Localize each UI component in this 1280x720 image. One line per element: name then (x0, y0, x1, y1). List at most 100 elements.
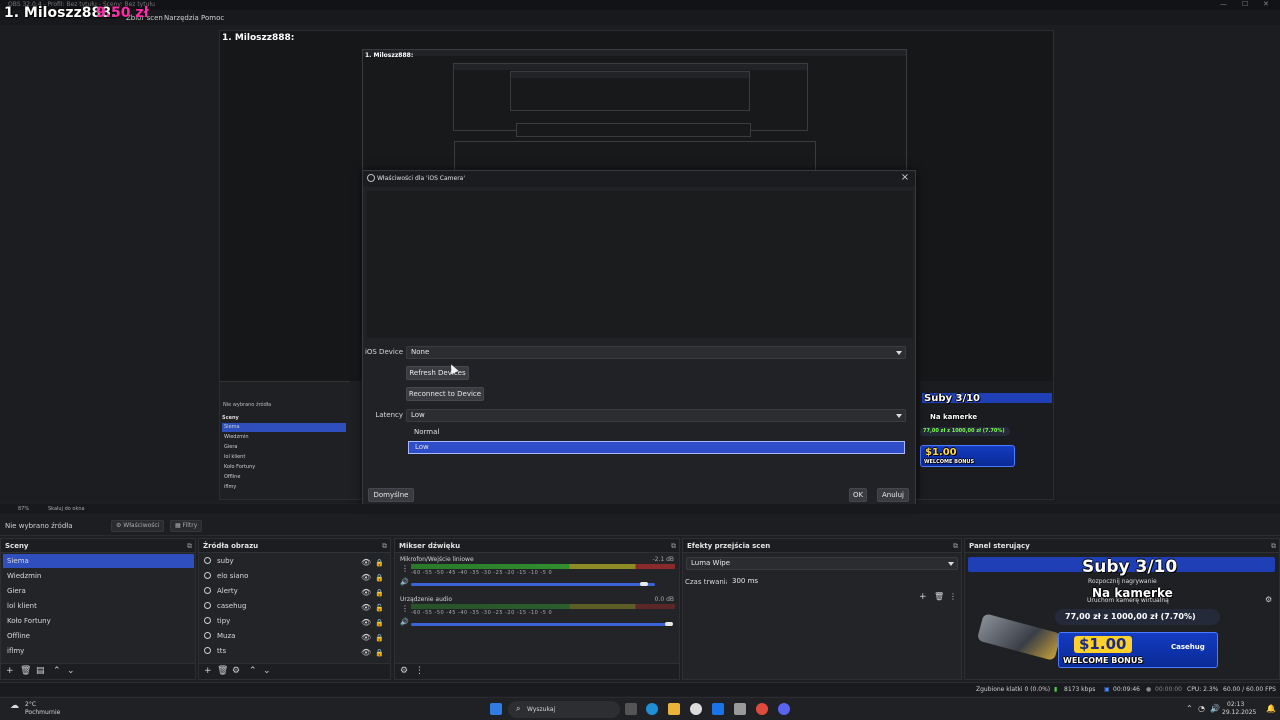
meter-tick-label: -50 (434, 610, 445, 616)
move-down-icon[interactable]: ⌄ (67, 666, 75, 676)
source-item[interactable]: tts 👁 🔒 (201, 644, 389, 658)
volume-icon[interactable]: 🔊 (1210, 704, 1220, 713)
scene-filters-icon[interactable]: ▤ (36, 666, 45, 676)
store-icon[interactable] (734, 703, 746, 715)
defaults-button[interactable]: Domyślne (368, 488, 414, 502)
unlock-icon[interactable]: 🔓 (375, 601, 384, 615)
lock-icon[interactable]: 🔒 (375, 616, 384, 630)
speaker-icon[interactable]: 🔊 (400, 578, 409, 586)
source-item[interactable]: Muza 👁 🔒 (201, 629, 389, 643)
taskbar-search[interactable]: ⌕ Wyszukaj (508, 701, 620, 718)
scene-item[interactable]: Offline (3, 629, 194, 643)
lock-icon[interactable]: 🔒 (375, 556, 384, 570)
eye-icon[interactable]: 👁 (361, 601, 371, 615)
add-scene-icon[interactable]: + (6, 666, 14, 676)
obs-icon[interactable] (690, 703, 702, 715)
bitrate: 8173 kbps (1064, 686, 1096, 693)
lock-icon[interactable]: 🔒 (375, 646, 384, 660)
zoom-percent[interactable]: 87% (18, 506, 29, 512)
volume-slider-track[interactable] (411, 623, 671, 626)
duration-value: 300 ms (732, 577, 759, 585)
tray-chevron-icon[interactable]: ⌃ (1186, 704, 1193, 713)
mixer-settings-icon[interactable]: ⚙ (400, 666, 408, 676)
dock-undock-icon[interactable]: ⧉ (382, 542, 387, 551)
kebab-menu-icon[interactable]: ⋮ (949, 592, 957, 601)
mail-icon[interactable] (712, 703, 724, 715)
lock-icon[interactable]: 🔒 (375, 571, 384, 585)
dock-undock-icon[interactable]: ⧉ (1271, 542, 1276, 551)
eye-icon[interactable]: 👁 (361, 556, 371, 570)
eye-icon[interactable]: 👁 (361, 616, 371, 630)
discord-icon[interactable] (778, 703, 790, 715)
eye-icon[interactable]: 👁 (361, 646, 371, 660)
scene-item[interactable]: Giera (3, 584, 194, 598)
notifications-icon[interactable]: 🔔 (1266, 704, 1276, 713)
kebab-menu-icon[interactable]: ⋮ (401, 564, 409, 573)
menu-help[interactable]: Pomoc (201, 14, 224, 22)
duration-spinbox[interactable]: 300 ms (727, 575, 959, 588)
dialog-close-icon[interactable]: × (899, 172, 911, 184)
zoom-fit[interactable]: Skaluj do okna (48, 506, 85, 512)
lock-icon[interactable]: 🔒 (375, 631, 384, 645)
eye-icon[interactable]: 👁 (361, 586, 371, 600)
meter-tick-label: -35 (469, 570, 480, 576)
scene-item[interactable]: Wiedzmin (3, 569, 194, 583)
move-down-icon[interactable]: ⌄ (263, 666, 271, 676)
scene-item[interactable]: Koło Fortuny (3, 614, 194, 628)
dock-undock-icon[interactable]: ⧉ (953, 542, 958, 551)
kebab-menu-icon[interactable]: ⋮ (401, 604, 409, 613)
volume-slider-handle[interactable] (640, 582, 648, 586)
latency-option-low[interactable]: Low (408, 441, 905, 454)
latency-select[interactable]: Low (406, 409, 906, 422)
eye-icon[interactable]: 👁 (361, 631, 371, 645)
scene-item[interactable]: iflmy (3, 644, 194, 658)
scene-item[interactable]: lol klient (3, 599, 194, 613)
transition-select[interactable]: Luma Wipe (686, 557, 958, 570)
source-item[interactable]: tipy 👁 🔒 (201, 614, 389, 628)
source-item[interactable]: casehug 👁 🔓 (201, 599, 389, 613)
reconnect-device-button[interactable]: Reconnect to Device (406, 387, 484, 401)
ok-button[interactable]: OK (849, 488, 867, 502)
remove-scene-icon[interactable]: 🗑 (20, 666, 31, 676)
start-icon[interactable] (490, 703, 502, 715)
start-virtual-camera-button[interactable]: Uruchom kamerę wirtualną (1087, 597, 1169, 604)
remove-source-icon[interactable]: 🗑 (217, 666, 228, 676)
edge-icon[interactable] (646, 703, 658, 715)
scene-item[interactable]: Siema (3, 554, 194, 568)
start-recording-button[interactable]: Rozpocznij nagrywanie (1088, 578, 1157, 585)
menu-tools[interactable]: Narzędzia (164, 14, 199, 22)
source-item[interactable]: elo siano 👁 🔒 (201, 569, 389, 583)
task-view-icon[interactable] (625, 703, 637, 715)
maximize-icon[interactable]: ☐ (1242, 0, 1248, 8)
chrome-icon[interactable] (756, 703, 768, 715)
file-explorer-icon[interactable] (668, 703, 680, 715)
kebab-menu-icon[interactable]: ⋮ (415, 666, 424, 676)
add-source-icon[interactable]: + (204, 666, 212, 676)
volume-slider-track[interactable] (411, 583, 655, 586)
dock-undock-icon[interactable]: ⧉ (671, 542, 676, 551)
minimize-icon[interactable]: — (1220, 0, 1227, 8)
cancel-button[interactable]: Anuluj (877, 488, 909, 502)
refresh-devices-button[interactable]: Refresh Devices (406, 366, 469, 380)
eye-icon[interactable]: 👁 (361, 571, 371, 585)
lock-icon[interactable]: 🔒 (375, 586, 384, 600)
ios-device-select[interactable]: None (406, 346, 906, 359)
source-settings-icon[interactable]: ⚙ (232, 666, 240, 676)
add-transition-icon[interactable]: + (919, 592, 927, 602)
source-item[interactable]: suby 👁 🔒 (201, 554, 389, 568)
dock-undock-icon[interactable]: ⧉ (187, 542, 192, 551)
move-up-icon[interactable]: ⌃ (53, 666, 61, 676)
wifi-icon[interactable]: ◔ (1198, 704, 1205, 713)
filters-button[interactable]: ▦ Filtry (170, 520, 203, 532)
speaker-icon[interactable]: 🔊 (400, 618, 409, 626)
properties-button[interactable]: ⚙ Właściwości (111, 520, 165, 532)
close-icon[interactable]: ✕ (1263, 0, 1269, 8)
properties-dialog: Właściwości dla 'iOS Camera' × iOS Devic… (362, 170, 916, 509)
goal-pill: 77,00 zł z 1000,00 zł (7.70%) (1055, 609, 1220, 625)
move-up-icon[interactable]: ⌃ (249, 666, 257, 676)
gear-icon[interactable]: ⚙ (1265, 595, 1272, 604)
latency-option-normal[interactable]: Normal (408, 426, 905, 439)
source-item[interactable]: Alerty 👁 🔒 (201, 584, 389, 598)
volume-slider-handle[interactable] (665, 622, 673, 626)
remove-transition-icon[interactable]: 🗑 (934, 592, 944, 601)
